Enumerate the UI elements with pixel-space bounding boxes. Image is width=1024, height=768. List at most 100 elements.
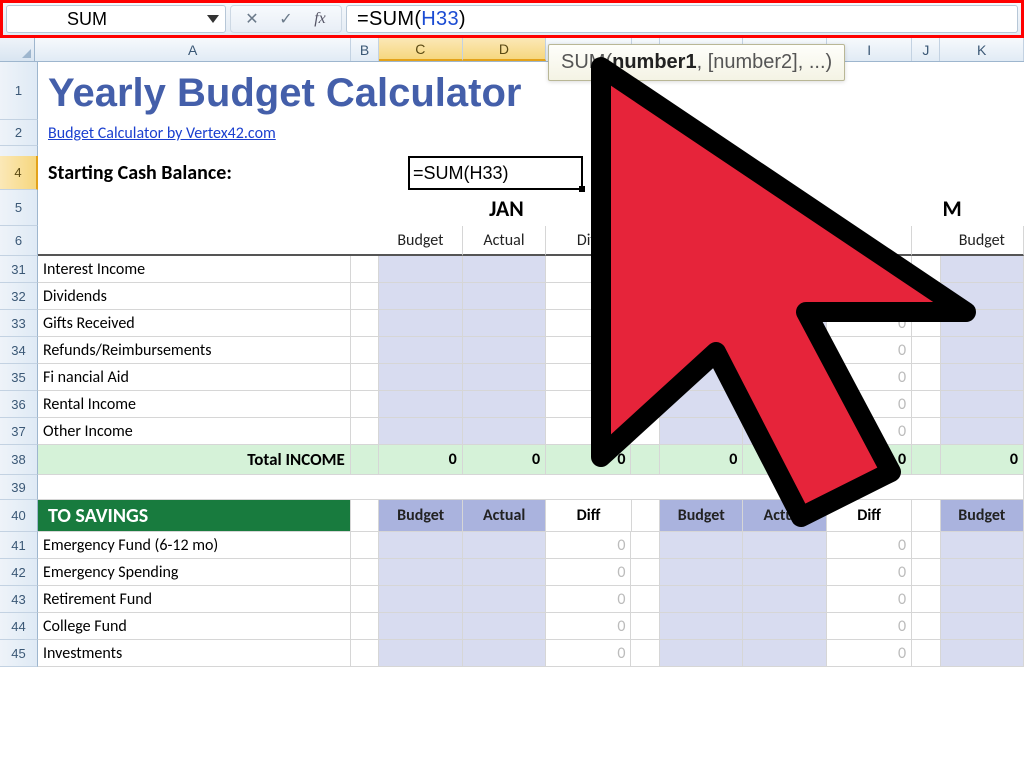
budget-cell[interactable]	[379, 310, 462, 337]
row-header[interactable]: 6	[0, 226, 38, 256]
budget-cell[interactable]	[660, 418, 743, 445]
budget-cell[interactable]	[941, 640, 1024, 667]
row-header[interactable]: 45	[0, 640, 38, 667]
worksheet-grid[interactable]: 1 Yearly Budget Calculator 2 Budget Calc…	[0, 62, 1024, 667]
actual-cell[interactable]	[463, 310, 546, 337]
column-header[interactable]: J	[912, 38, 940, 61]
budget-cell[interactable]	[379, 613, 462, 640]
actual-cell[interactable]	[743, 310, 826, 337]
row-label[interactable]: College Fund	[38, 613, 351, 640]
actual-cell[interactable]	[463, 559, 546, 586]
row-header[interactable]: 37	[0, 418, 38, 445]
budget-cell[interactable]	[379, 640, 462, 667]
actual-cell[interactable]	[463, 418, 546, 445]
actual-cell[interactable]	[463, 364, 546, 391]
actual-cell[interactable]	[743, 418, 826, 445]
actual-cell[interactable]	[463, 337, 546, 364]
budget-cell[interactable]	[660, 283, 743, 310]
budget-cell[interactable]	[379, 364, 462, 391]
row-header[interactable]: 2	[0, 120, 38, 146]
budget-cell[interactable]	[941, 256, 1024, 283]
budget-cell[interactable]	[379, 391, 462, 418]
actual-cell[interactable]	[743, 337, 826, 364]
row-header[interactable]: 36	[0, 391, 38, 418]
budget-cell[interactable]	[941, 586, 1024, 613]
budget-cell[interactable]	[941, 283, 1024, 310]
row-label[interactable]: Gifts Received	[38, 310, 351, 337]
actual-cell[interactable]	[463, 586, 546, 613]
accept-icon[interactable]: ✓	[269, 6, 303, 32]
actual-cell[interactable]	[743, 640, 826, 667]
row-header[interactable]: 31	[0, 256, 38, 283]
budget-cell[interactable]	[941, 310, 1024, 337]
row-label[interactable]: Interest Income	[38, 256, 351, 283]
actual-cell[interactable]	[743, 391, 826, 418]
row-header[interactable]	[0, 146, 38, 156]
budget-cell[interactable]	[941, 613, 1024, 640]
actual-cell[interactable]	[743, 586, 826, 613]
row-header[interactable]: 5	[0, 190, 38, 226]
budget-cell[interactable]	[379, 337, 462, 364]
actual-cell[interactable]	[463, 613, 546, 640]
row-header[interactable]: 34	[0, 337, 38, 364]
column-header[interactable]: D	[463, 38, 547, 61]
row-header[interactable]: 39	[0, 475, 38, 500]
budget-cell[interactable]	[660, 256, 743, 283]
budget-cell[interactable]	[941, 337, 1024, 364]
cancel-icon[interactable]: ✕	[235, 6, 269, 32]
actual-cell[interactable]	[743, 283, 826, 310]
actual-cell[interactable]	[743, 256, 826, 283]
budget-cell[interactable]	[660, 532, 743, 559]
column-header[interactable]: C	[379, 38, 463, 61]
column-header[interactable]: B	[351, 38, 379, 61]
row-header[interactable]: 1	[0, 62, 38, 120]
actual-cell[interactable]	[463, 283, 546, 310]
budget-cell[interactable]	[941, 559, 1024, 586]
select-all-corner[interactable]	[0, 38, 35, 61]
row-header[interactable]: 38	[0, 445, 38, 475]
fx-icon[interactable]: fx	[303, 6, 337, 32]
budget-cell[interactable]	[660, 364, 743, 391]
row-header[interactable]: 42	[0, 559, 38, 586]
actual-cell[interactable]	[463, 640, 546, 667]
row-label[interactable]: Dividends	[38, 283, 351, 310]
actual-cell[interactable]	[743, 613, 826, 640]
row-label[interactable]: Retirement Fund	[38, 586, 351, 613]
row-label[interactable]: Investments	[38, 640, 351, 667]
budget-cell[interactable]	[660, 640, 743, 667]
row-header[interactable]: 4	[0, 156, 38, 190]
row-label[interactable]: Emergency Spending	[38, 559, 351, 586]
budget-cell[interactable]	[660, 337, 743, 364]
formula-input[interactable]: =SUM(H33)	[346, 5, 1018, 33]
name-box[interactable]: SUM	[6, 5, 226, 33]
budget-cell[interactable]	[379, 532, 462, 559]
budget-cell[interactable]	[660, 559, 743, 586]
budget-cell[interactable]	[941, 391, 1024, 418]
row-header[interactable]: 44	[0, 613, 38, 640]
budget-cell[interactable]	[379, 586, 462, 613]
budget-cell[interactable]	[660, 310, 743, 337]
row-label[interactable]: Emergency Fund (6-12 mo)	[38, 532, 351, 559]
row-header[interactable]: 40	[0, 500, 38, 532]
row-header[interactable]: 35	[0, 364, 38, 391]
budget-cell[interactable]	[379, 283, 462, 310]
row-header[interactable]: 32	[0, 283, 38, 310]
subtitle-link[interactable]: Budget Calculator by Vertex42.com	[38, 120, 1024, 146]
row-label[interactable]: Rental Income	[38, 391, 351, 418]
budget-cell[interactable]	[941, 364, 1024, 391]
column-header[interactable]: K	[940, 38, 1024, 61]
budget-cell[interactable]	[941, 532, 1024, 559]
row-label[interactable]: Other Income	[38, 418, 351, 445]
row-label[interactable]: Fi nancial Aid	[38, 364, 351, 391]
active-cell-editing[interactable]: =SUM(H33)	[408, 156, 583, 190]
actual-cell[interactable]	[463, 256, 546, 283]
actual-cell[interactable]	[743, 559, 826, 586]
row-header[interactable]: 33	[0, 310, 38, 337]
row-header[interactable]: 43	[0, 586, 38, 613]
budget-cell[interactable]	[660, 613, 743, 640]
actual-cell[interactable]	[743, 364, 826, 391]
budget-cell[interactable]	[941, 418, 1024, 445]
row-label[interactable]: Refunds/Reimbursements	[38, 337, 351, 364]
dropdown-icon[interactable]	[207, 15, 219, 23]
actual-cell[interactable]	[463, 391, 546, 418]
